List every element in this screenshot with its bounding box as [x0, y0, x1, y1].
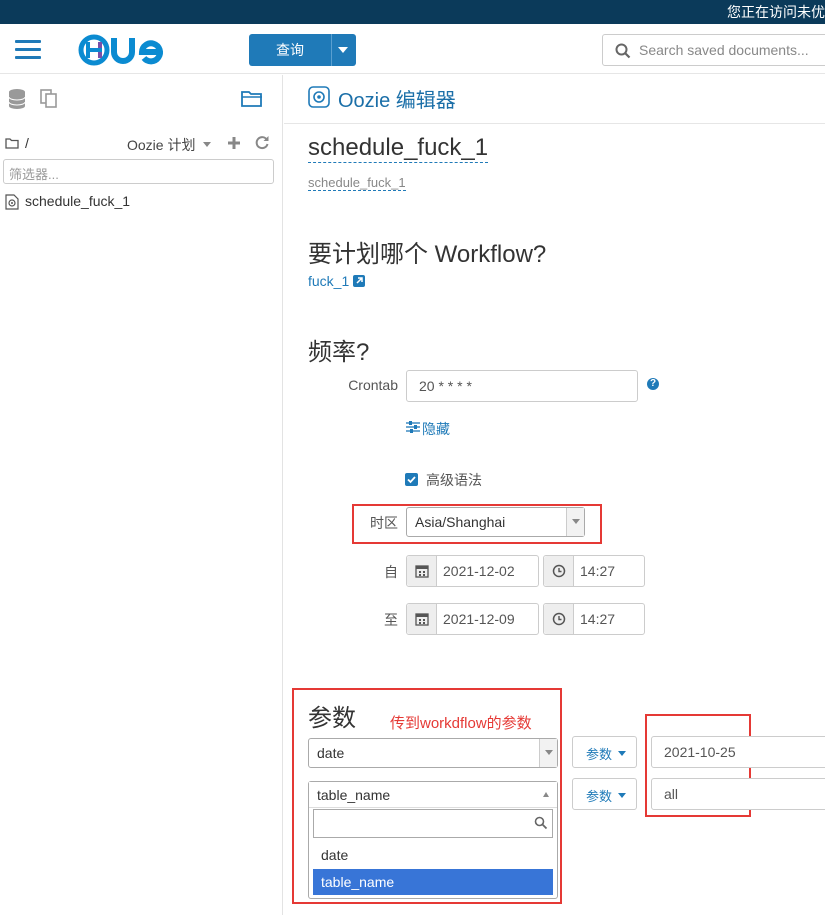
query-button[interactable]: 查询	[249, 34, 356, 66]
param-value-input[interactable]: all	[651, 778, 825, 810]
search-input[interactable]: Search saved documents...	[602, 34, 825, 66]
frequency-heading: 频率?	[308, 339, 370, 366]
chevron-down-icon	[539, 739, 557, 767]
timezone-label: 时区	[370, 515, 398, 531]
crontab-label: Crontab	[348, 377, 398, 393]
breadcrumb-path[interactable]: /	[25, 135, 29, 151]
list-item[interactable]: schedule_fuck_1	[5, 193, 131, 210]
checkmark-icon	[407, 476, 416, 484]
hue-logo[interactable]	[76, 34, 176, 74]
dropdown-option-selected[interactable]: table_name	[313, 869, 553, 895]
from-date-value: 2021-12-02	[443, 563, 515, 579]
external-link-icon[interactable]	[353, 275, 365, 287]
refresh-icon[interactable]	[255, 135, 270, 150]
section-dropdown-label[interactable]: Oozie 计划	[127, 135, 195, 155]
open-folder-icon[interactable]	[240, 88, 264, 108]
param-type-button[interactable]: 参数	[572, 778, 637, 810]
crontab-input[interactable]: 20 * * * *	[406, 370, 638, 402]
list-item-label: schedule_fuck_1	[25, 193, 131, 209]
param-value: all	[664, 786, 679, 802]
calendar-icon	[415, 565, 429, 578]
database-icon[interactable]	[8, 89, 26, 109]
clock-icon	[552, 564, 566, 578]
workflow-heading: 要计划哪个 Workflow?	[308, 241, 547, 268]
dropdown-option[interactable]: date	[313, 842, 553, 868]
to-date-input[interactable]: 2021-12-09	[406, 603, 539, 635]
params-heading: 参数	[308, 705, 356, 732]
param-name-select[interactable]: date	[308, 738, 558, 768]
param-name-dropdown[interactable]: table_name date table_name	[308, 781, 558, 899]
chevron-down-icon	[566, 508, 584, 536]
header: 查询 Search saved documents...	[0, 24, 825, 74]
param-value-input[interactable]: 2021-10-25	[651, 736, 825, 768]
workflow-link[interactable]: fuck_1	[308, 273, 349, 289]
from-label: 自	[384, 564, 398, 580]
filter-input[interactable]: 筛选器...	[3, 159, 274, 184]
advanced-syntax-label: 高级语法	[426, 472, 482, 488]
to-time-input[interactable]: 14:27	[543, 603, 645, 635]
to-label: 至	[384, 612, 398, 628]
banner-text: 您正在访问未优	[727, 4, 825, 20]
from-date-input[interactable]: 2021-12-02	[406, 555, 539, 587]
filter-placeholder: 筛选器...	[9, 167, 59, 182]
param-name-value: table_name	[317, 787, 391, 803]
left-panel: / Oozie 计划 筛选器... schedule_fuck_1	[0, 75, 283, 915]
from-time-input[interactable]: 14:27	[543, 555, 645, 587]
param-name-select-open[interactable]: table_name	[309, 782, 557, 808]
help-icon[interactable]: ?	[647, 378, 659, 390]
to-date-value: 2021-12-09	[443, 611, 515, 627]
clock-icon	[552, 612, 566, 626]
param-value: 2021-10-25	[664, 744, 736, 760]
timezone-value: Asia/Shanghai	[415, 514, 506, 530]
left-panel-tabs	[8, 89, 57, 109]
folder-icon	[5, 138, 19, 149]
crontab-value: 20 * * * *	[419, 378, 472, 394]
section-dropdown-caret-icon[interactable]	[203, 142, 211, 147]
param-type-label: 参数	[586, 789, 613, 804]
schedule-name-field[interactable]: schedule_fuck_1	[308, 134, 489, 163]
caret-down-icon	[618, 793, 626, 798]
oozie-editor-icon	[308, 86, 330, 108]
coordinator-file-icon	[5, 194, 19, 210]
params-annotation: 传到workdflow的参数	[390, 715, 532, 732]
param-name-value: date	[317, 745, 345, 761]
calendar-icon	[415, 613, 429, 626]
search-placeholder: Search saved documents...	[639, 42, 809, 58]
breadcrumb: / Oozie 计划	[5, 135, 275, 155]
search-icon	[615, 43, 631, 59]
hide-link[interactable]: 隐藏	[422, 419, 450, 439]
chevron-up-icon	[543, 792, 549, 797]
from-time-value: 14:27	[580, 563, 616, 579]
top-banner: 您正在访问未优	[0, 0, 825, 24]
param-type-label: 参数	[586, 747, 613, 762]
caret-down-icon	[618, 751, 626, 756]
timezone-select[interactable]: Asia/Shanghai	[406, 507, 585, 537]
documents-icon[interactable]	[40, 89, 57, 108]
advanced-syntax-checkbox[interactable]	[405, 473, 418, 486]
param-type-button[interactable]: 参数	[572, 736, 637, 768]
hamburger-menu-icon[interactable]	[15, 40, 41, 60]
schedule-description-field[interactable]: schedule_fuck_1	[308, 175, 406, 191]
query-dropdown-caret-icon[interactable]	[338, 47, 348, 53]
to-time-value: 14:27	[580, 611, 616, 627]
dropdown-search-input[interactable]	[313, 809, 553, 838]
sliders-icon[interactable]	[406, 421, 420, 433]
search-icon	[534, 816, 548, 830]
plus-icon[interactable]	[227, 136, 241, 150]
query-button-label: 查询	[276, 42, 304, 58]
page-title: Oozie 编辑器	[338, 90, 456, 112]
